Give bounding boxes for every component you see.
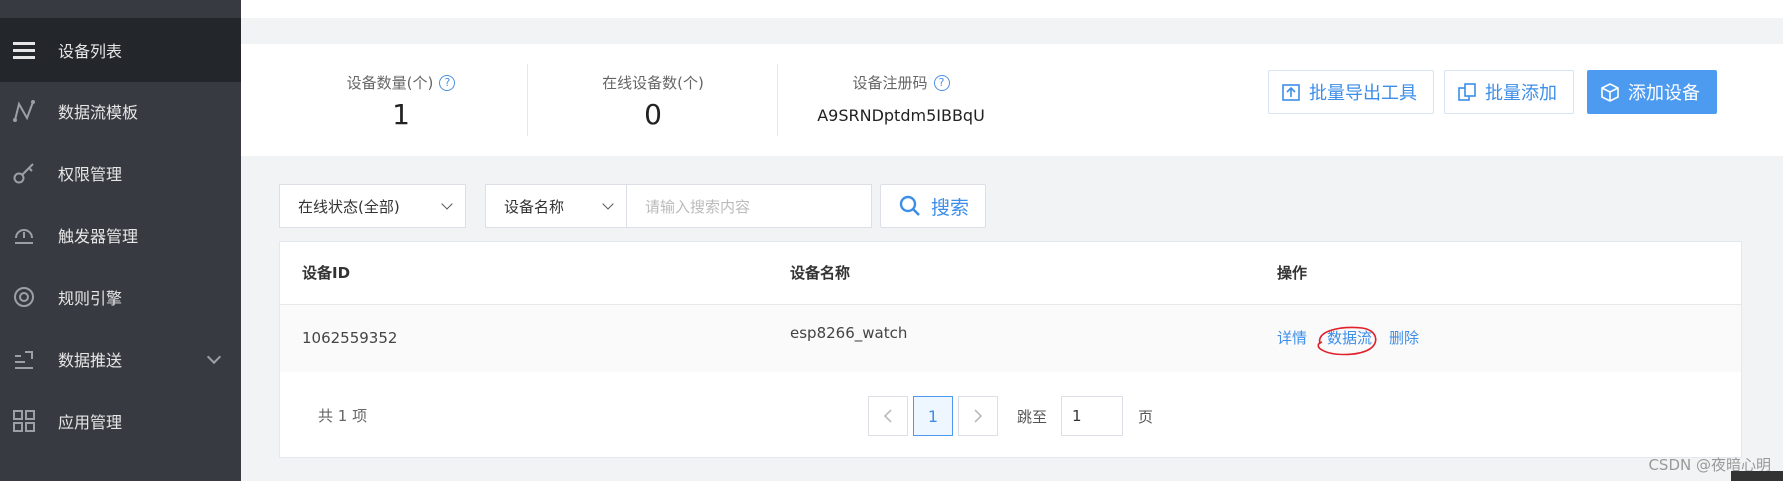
- online-status-select[interactable]: 在线状态(全部): [279, 184, 466, 228]
- online-count-stat: 在线设备数(个) 0: [533, 44, 773, 156]
- column-header-device-id: 设备ID: [302, 264, 351, 282]
- chevron-left-icon: [883, 409, 892, 423]
- column-header-device-name: 设备名称: [790, 264, 851, 282]
- device-id-cell: 1062559352: [302, 329, 398, 347]
- sidebar-item-rule-engine[interactable]: 规则引擎: [0, 266, 241, 328]
- search-field-value: 设备名称: [504, 197, 565, 216]
- delete-link[interactable]: 删除: [1389, 305, 1419, 372]
- divider: [777, 64, 778, 136]
- batch-export-button[interactable]: 批量导出工具: [1268, 70, 1434, 114]
- chevron-down-icon: [602, 198, 614, 210]
- reg-code-value: A9SRNDptdm5IBBqU: [817, 106, 985, 125]
- red-annotation-circle: [1317, 326, 1377, 356]
- help-icon[interactable]: ?: [439, 74, 456, 91]
- sidebar-item-data-push[interactable]: 数据推送: [0, 328, 241, 390]
- batch-add-label: 批量添加: [1485, 83, 1557, 104]
- total-count: 共 1 项: [318, 407, 368, 425]
- grid-icon: [12, 409, 36, 433]
- push-icon: [12, 347, 36, 371]
- sidebar-item-triggers[interactable]: 触发器管理: [0, 204, 241, 266]
- sidebar-item-label: 数据推送: [58, 351, 123, 370]
- top-panel: [241, 0, 1783, 18]
- add-device-button[interactable]: 添加设备: [1587, 70, 1717, 114]
- sidebar-item-app-management[interactable]: 应用管理: [0, 390, 241, 452]
- target-icon: [12, 285, 36, 309]
- page-jump-input[interactable]: 1: [1061, 396, 1123, 436]
- menu-icon: [12, 38, 36, 62]
- batch-add-icon: [1458, 83, 1476, 101]
- add-device-label: 添加设备: [1628, 83, 1700, 104]
- chevron-down-icon: [441, 198, 453, 210]
- chevron-right-icon: [974, 409, 983, 423]
- sidebar-item-label: 应用管理: [58, 413, 123, 432]
- page-button-current[interactable]: 1: [913, 396, 953, 436]
- prev-page-button[interactable]: [868, 396, 908, 436]
- sidebar-item-device-list[interactable]: 设备列表: [0, 18, 241, 82]
- sidebar: 设备列表 数据流模板 权限管理 触发器管理 规则引擎 数据推送 应用管理: [0, 0, 241, 481]
- device-count-stat: 设备数量(个) ? 1: [281, 44, 521, 156]
- sidebar-item-label: 权限管理: [58, 165, 123, 184]
- search-button-label: 搜索: [931, 196, 970, 219]
- sidebar-item-label: 数据流模板: [58, 103, 139, 122]
- sidebar-item-data-stream-template[interactable]: 数据流模板: [0, 80, 241, 142]
- key-icon: [12, 161, 36, 185]
- chevron-down-icon[interactable]: [206, 349, 222, 365]
- sidebar-item-label: 设备列表: [58, 42, 123, 61]
- search-field-select[interactable]: 设备名称: [485, 184, 627, 228]
- pagination: 共 1 项 1 跳至 1 页: [279, 372, 1742, 458]
- online-count-label: 在线设备数(个): [602, 74, 704, 92]
- device-count-value: 1: [392, 98, 410, 131]
- page-suffix: 页: [1138, 408, 1154, 426]
- data-stream-icon: [12, 99, 36, 123]
- batch-add-button[interactable]: 批量添加: [1444, 70, 1574, 114]
- trigger-icon: [12, 223, 36, 247]
- divider: [527, 64, 528, 136]
- table-row: [280, 305, 1741, 372]
- jump-label: 跳至: [1017, 408, 1048, 426]
- details-link[interactable]: 详情: [1277, 305, 1307, 372]
- online-status-value: 在线状态(全部): [298, 197, 400, 216]
- search-button[interactable]: 搜索: [880, 184, 986, 228]
- search-input[interactable]: 请输入搜索内容: [626, 184, 872, 228]
- sidebar-item-label: 规则引擎: [58, 289, 123, 308]
- reg-code-stat: 设备注册码 ? A9SRNDptdm5IBBqU: [781, 44, 1021, 156]
- column-header-actions: 操作: [1277, 264, 1308, 282]
- search-placeholder: 请输入搜索内容: [645, 197, 751, 216]
- cube-icon: [1601, 83, 1619, 102]
- search-icon: [899, 195, 920, 216]
- device-table: 设备ID 设备名称 操作 1062559352 esp8266_watch 详情…: [279, 241, 1742, 372]
- stats-panel: 设备数量(个) ? 1 在线设备数(个) 0 设备注册码 ? A9SRNDptd…: [241, 44, 1783, 156]
- reg-code-label: 设备注册码: [852, 74, 928, 92]
- batch-export-label: 批量导出工具: [1309, 83, 1417, 104]
- sidebar-item-label: 触发器管理: [58, 227, 139, 246]
- online-count-value: 0: [644, 98, 662, 131]
- next-page-button[interactable]: [958, 396, 998, 436]
- export-icon: [1282, 84, 1300, 101]
- help-icon[interactable]: ?: [933, 74, 950, 91]
- device-name-cell: esp8266_watch: [790, 324, 908, 342]
- device-count-label: 设备数量(个): [346, 74, 434, 92]
- sidebar-item-permissions[interactable]: 权限管理: [0, 142, 241, 204]
